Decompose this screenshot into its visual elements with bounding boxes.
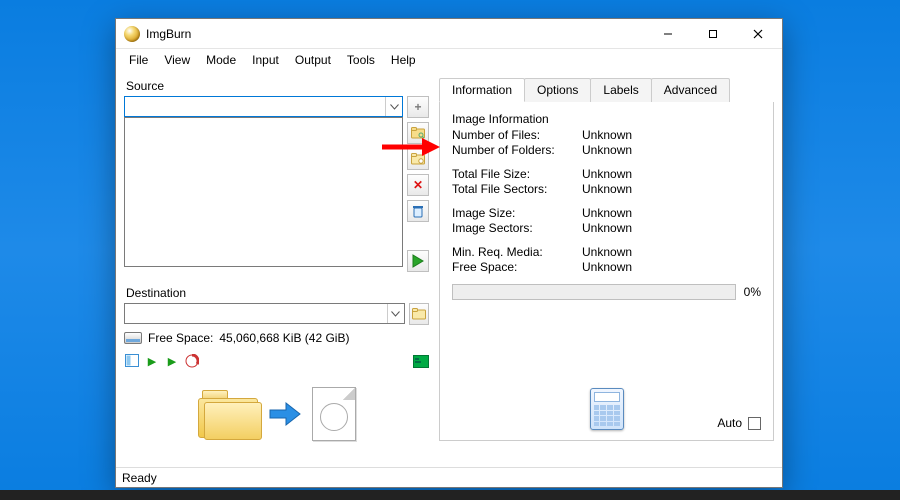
source-combo[interactable] (124, 96, 403, 117)
window-title: ImgBurn (146, 27, 191, 41)
app-window: ImgBurn File View Mode Input Output Tool… (115, 18, 783, 488)
browse-destination-button[interactable] (409, 303, 429, 325)
menubar: File View Mode Input Output Tools Help (116, 49, 782, 71)
destination-combo[interactable] (124, 303, 405, 324)
info-value: Unknown (582, 128, 761, 142)
info-value: Unknown (582, 206, 761, 220)
info-grid: Number of Files: Unknown Number of Folde… (452, 128, 761, 274)
disk-icon (124, 332, 142, 344)
delete-x-icon: ✕ (413, 179, 423, 191)
menu-mode[interactable]: Mode (199, 51, 243, 69)
menu-file[interactable]: File (122, 51, 155, 69)
auto-label: Auto (717, 416, 742, 430)
green-arrow-icon (411, 254, 425, 268)
bottom-toolbar: ▶ ▶ (124, 353, 429, 369)
source-label: Source (126, 79, 429, 93)
calculator-icon (590, 388, 624, 430)
clear-button[interactable] (407, 200, 429, 222)
info-value: Unknown (582, 260, 761, 274)
play-step-button[interactable]: ▶ (164, 353, 180, 369)
info-label: Image Sectors: (452, 221, 582, 235)
remove-button[interactable]: ✕ (407, 174, 429, 196)
info-label: Total File Sectors: (452, 182, 582, 196)
tab-information[interactable]: Information (439, 78, 525, 102)
info-value: Unknown (582, 143, 761, 157)
progress-row: 0% (452, 284, 761, 300)
info-heading: Image Information (452, 112, 761, 126)
info-label: Number of Folders: (452, 143, 582, 157)
destination-label: Destination (126, 286, 429, 300)
log-button[interactable] (413, 353, 429, 369)
close-button[interactable] (735, 19, 780, 48)
browse-folder-button[interactable] (407, 148, 429, 170)
status-bar: Ready (116, 467, 782, 487)
tabs: Information Options Labels Advanced (439, 78, 774, 103)
minimize-button[interactable] (645, 19, 690, 48)
free-space-row: Free Space: 45,060,668 KiB (42 GiB) (124, 331, 429, 345)
taskbar (0, 490, 900, 500)
disc-layout-button[interactable] (407, 250, 429, 272)
info-value: Unknown (582, 221, 761, 235)
auto-checkbox[interactable] (748, 417, 761, 430)
tab-labels[interactable]: Labels (590, 78, 651, 102)
folder-search-icon (411, 127, 425, 139)
progress-bar (452, 284, 736, 300)
info-label: Total File Size: (452, 167, 582, 181)
tab-body: Image Information Number of Files: Unkno… (439, 102, 774, 441)
info-value: Unknown (582, 182, 761, 196)
folder-icon (412, 308, 426, 320)
disc-image-icon (312, 387, 356, 441)
chevron-down-icon[interactable] (387, 304, 404, 323)
auto-row: Auto (717, 416, 761, 430)
info-label: Min. Req. Media: (452, 245, 582, 259)
menu-help[interactable]: Help (384, 51, 423, 69)
free-space-value: 45,060,668 KiB (42 GiB) (219, 331, 349, 345)
source-combo-input[interactable] (125, 97, 385, 116)
media-info-button[interactable] (184, 353, 200, 369)
tab-options[interactable]: Options (524, 78, 591, 102)
trash-icon (412, 205, 424, 218)
maximize-button[interactable] (690, 19, 735, 48)
destination-combo-input[interactable] (125, 304, 387, 323)
tab-advanced[interactable]: Advanced (651, 78, 730, 102)
source-side-toolbar: + ✕ (407, 96, 429, 272)
plus-icon: + (414, 101, 421, 113)
menu-input[interactable]: Input (245, 51, 286, 69)
play-button[interactable]: ▶ (144, 353, 160, 369)
info-label: Image Size: (452, 206, 582, 220)
build-mode-art[interactable] (124, 387, 429, 441)
free-space-label: Free Space: (148, 331, 213, 345)
app-icon (124, 26, 140, 42)
titlebar: ImgBurn (116, 19, 782, 49)
left-pane: Source + (124, 77, 429, 441)
browse-file-button[interactable] (407, 122, 429, 144)
progress-percent: 0% (744, 285, 761, 299)
right-pane: Information Options Labels Advanced Imag… (439, 77, 774, 441)
menu-tools[interactable]: Tools (340, 51, 382, 69)
status-text: Ready (122, 471, 157, 485)
source-list[interactable] (124, 117, 403, 267)
menu-view[interactable]: View (157, 51, 197, 69)
folder-icon (198, 390, 258, 438)
info-value: Unknown (582, 167, 761, 181)
info-label: Number of Files: (452, 128, 582, 142)
info-label: Free Space: (452, 260, 582, 274)
chevron-down-icon[interactable] (385, 97, 402, 116)
add-files-button[interactable]: + (407, 96, 429, 118)
folder-open-icon (411, 153, 425, 165)
menu-output[interactable]: Output (288, 51, 338, 69)
info-value: Unknown (582, 245, 761, 259)
new-project-button[interactable] (124, 353, 140, 369)
arrow-right-icon (268, 401, 302, 427)
